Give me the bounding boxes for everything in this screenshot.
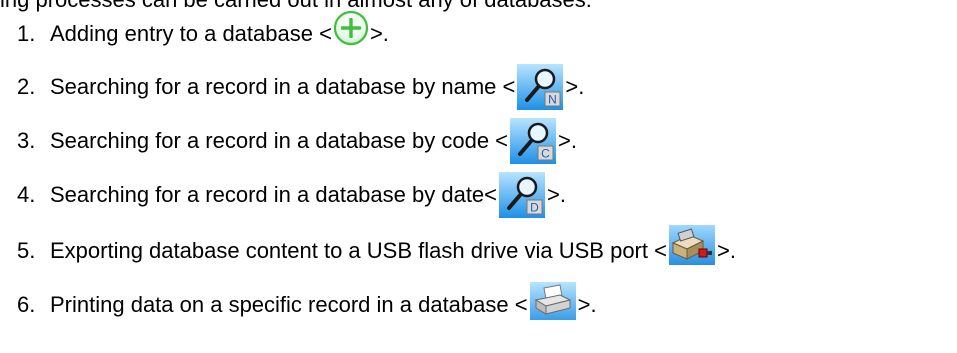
item-suffix: >. [565,74,585,99]
svg-text:D: D [530,201,539,215]
item-number: 1. [17,21,36,46]
list-item-search-by-name: 2. Searching for a record in a database … [17,62,584,112]
item-suffix: >. [547,182,566,207]
printer-icon [529,282,576,320]
svg-text:C: C [541,147,550,161]
list-item-print: 6. Printing data on a specific record in… [17,280,597,330]
item-text: Searching for a record in a database by … [50,182,485,207]
list-item-search-by-date: 4. Searching for a record in a database … [17,170,566,220]
item-text: Searching for a record in a database by … [50,74,497,99]
item-number: 4. [17,182,36,207]
item-number: 3. [17,128,36,153]
item-number: 6. [17,292,36,317]
item-suffix: >. [369,21,389,46]
item-text: Exporting database content to a USB flas… [50,238,648,263]
item-suffix: >. [716,238,736,263]
item-text: Searching for a record in a database by … [50,128,490,153]
item-text: Adding entry to a database [50,21,313,46]
item-text: Printing data on a specific record in a … [50,292,509,317]
search-by-date-icon: D [499,172,546,218]
item-suffix: >. [577,292,597,317]
search-by-code-icon: C [510,118,557,164]
svg-text:N: N [549,93,558,107]
search-by-name-icon: N [517,64,564,110]
list-item-search-by-code: 3. Searching for a record in a database … [17,116,577,166]
usb-export-icon [668,225,715,265]
item-number: 2. [17,74,36,99]
add-circle-icon [333,10,369,46]
item-suffix: >. [558,128,577,153]
list-item-add-entry: 1. Adding entry to a database < >. [17,9,389,59]
item-number: 5. [17,238,36,263]
list-item-usb-export: 5. Exporting database content to a USB f… [17,225,736,276]
